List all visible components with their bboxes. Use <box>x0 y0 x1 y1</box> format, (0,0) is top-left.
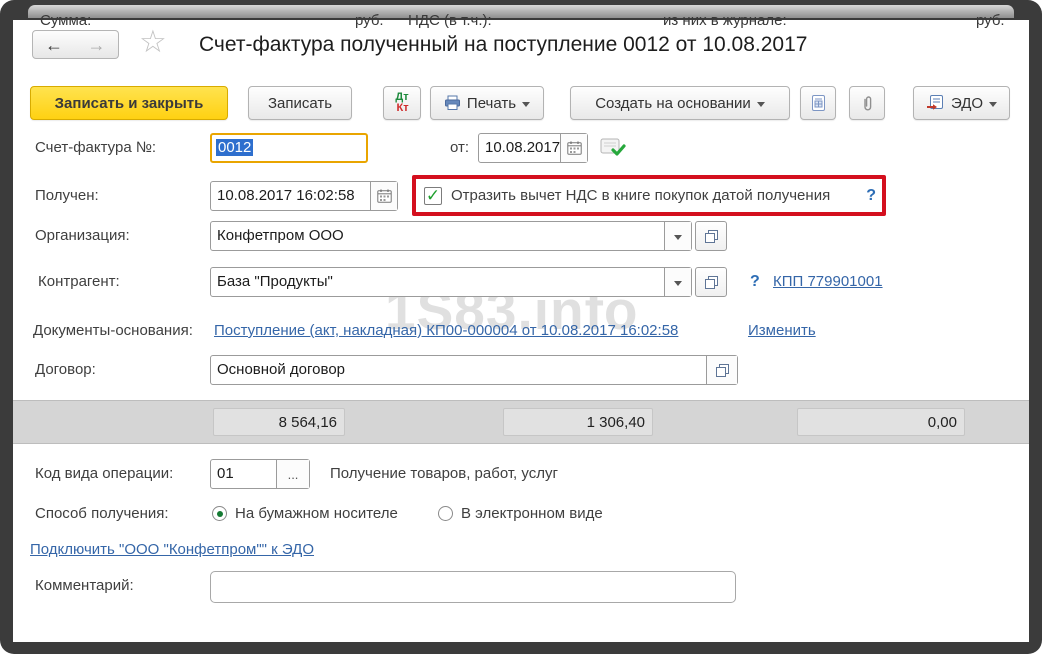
ellipsis-button[interactable]: ... <box>276 460 309 488</box>
operation-code-input[interactable]: 01 ... <box>210 459 310 489</box>
calendar-icon <box>377 189 392 203</box>
save-label: Записать <box>268 95 332 112</box>
radio-paper-label: На бумажном носителе <box>235 501 398 527</box>
comment-input[interactable] <box>210 571 736 603</box>
print-label: Печать <box>467 95 516 112</box>
create-based-on-label: Создать на основании <box>595 95 751 112</box>
base-documents-label: Документы-основания: <box>33 316 193 346</box>
sum-value: 8 564,16 <box>213 408 345 436</box>
journal-value: 0,00 <box>797 408 965 436</box>
dropdown-button[interactable] <box>664 268 691 296</box>
journal-currency: руб. <box>976 0 1005 44</box>
radio-electronic[interactable] <box>438 506 453 521</box>
vat-deduction-checkbox[interactable]: ✓ <box>424 187 442 205</box>
help-icon[interactable]: ? <box>750 267 760 297</box>
window-top-strip <box>28 5 1014 18</box>
document-checked-icon <box>600 137 626 158</box>
help-icon[interactable]: ? <box>866 187 876 205</box>
counterparty-open-button[interactable] <box>695 267 727 297</box>
organization-combo[interactable]: Конфетпром ООО <box>210 221 692 251</box>
dropdown-button[interactable] <box>664 222 691 250</box>
edo-icon <box>926 95 945 111</box>
sum-label: Сумма: <box>40 0 91 44</box>
received-label: Получен: <box>35 181 99 211</box>
change-link[interactable]: Изменить <box>748 318 816 344</box>
create-based-on-button[interactable]: Создать на основании <box>570 86 790 120</box>
date-input[interactable]: 10.08.2017 <box>478 133 588 163</box>
dtkt-icon: ДтКт <box>395 92 408 114</box>
chevron-down-icon <box>674 281 682 286</box>
edo-connect-link[interactable]: Подключить "ООО "Конфетпром"" к ЭДО <box>30 537 314 563</box>
vat-deduction-label: Отразить вычет НДС в книге покупок датой… <box>451 187 830 204</box>
vat-deduction-annotation: ✓ Отразить вычет НДС в книге покупок дат… <box>412 175 886 216</box>
open-icon <box>716 364 729 377</box>
organization-open-button[interactable] <box>695 221 727 251</box>
calendar-icon <box>567 141 582 155</box>
edo-label: ЭДО <box>951 95 983 112</box>
favorite-star-icon[interactable]: ☆ <box>139 24 167 60</box>
save-and-close-button[interactable]: Записать и закрыть <box>30 86 228 120</box>
selected-text: 0012 <box>216 139 253 156</box>
chevron-down-icon <box>757 102 765 107</box>
contract-label: Договор: <box>35 355 96 385</box>
vat-label: НДС (в т.ч.): <box>408 0 492 44</box>
document-report-icon <box>812 95 825 111</box>
related-documents-button[interactable] <box>800 86 836 120</box>
edo-button[interactable]: ЭДО <box>913 86 1010 120</box>
attachments-button[interactable] <box>849 86 885 120</box>
date-label: от: <box>450 133 469 163</box>
sum-currency: руб. <box>355 0 384 44</box>
chevron-down-icon <box>989 102 997 107</box>
operation-code-label: Код вида операции: <box>35 459 173 489</box>
print-button[interactable]: Печать <box>430 86 544 120</box>
vat-value: 1 306,40 <box>503 408 653 436</box>
contract-input[interactable]: Основной договор <box>210 355 738 385</box>
comment-label: Комментарий: <box>35 571 134 601</box>
radio-paper[interactable] <box>212 506 227 521</box>
calendar-button[interactable] <box>370 182 397 210</box>
counterparty-label: Контрагент: <box>38 267 120 297</box>
save-and-close-label: Записать и закрыть <box>55 95 204 112</box>
save-button[interactable]: Записать <box>248 86 352 120</box>
invoice-number-input[interactable]: 0012 <box>210 133 368 163</box>
received-datetime-input[interactable]: 10.08.2017 16:02:58 <box>210 181 398 211</box>
operation-code-description: Получение товаров, работ, услуг <box>330 459 558 489</box>
contract-open-button[interactable] <box>706 356 737 384</box>
postings-dtkt-button[interactable]: ДтКт <box>383 86 421 120</box>
calendar-button[interactable] <box>560 134 587 162</box>
kpp-link[interactable]: КПП 779901001 <box>773 269 883 295</box>
radio-electronic-label: В электронном виде <box>461 501 603 527</box>
counterparty-combo[interactable]: База "Продукты" <box>210 267 692 297</box>
app-frame: 1S83.info ← → ☆ Счет-фактура полученный … <box>0 0 1042 654</box>
chevron-down-icon <box>522 102 530 107</box>
base-document-link[interactable]: Поступление (акт, накладная) КП00-000004… <box>214 318 678 344</box>
receipt-method-label: Способ получения: <box>35 501 169 527</box>
invoice-number-label: Счет-фактура №: <box>35 133 156 163</box>
organization-label: Организация: <box>35 221 130 251</box>
open-icon <box>705 230 718 243</box>
open-icon <box>705 276 718 289</box>
paperclip-icon <box>862 95 873 112</box>
journal-label: из них в журнале: <box>663 0 787 44</box>
printer-icon <box>444 95 461 111</box>
chevron-down-icon <box>674 235 682 240</box>
